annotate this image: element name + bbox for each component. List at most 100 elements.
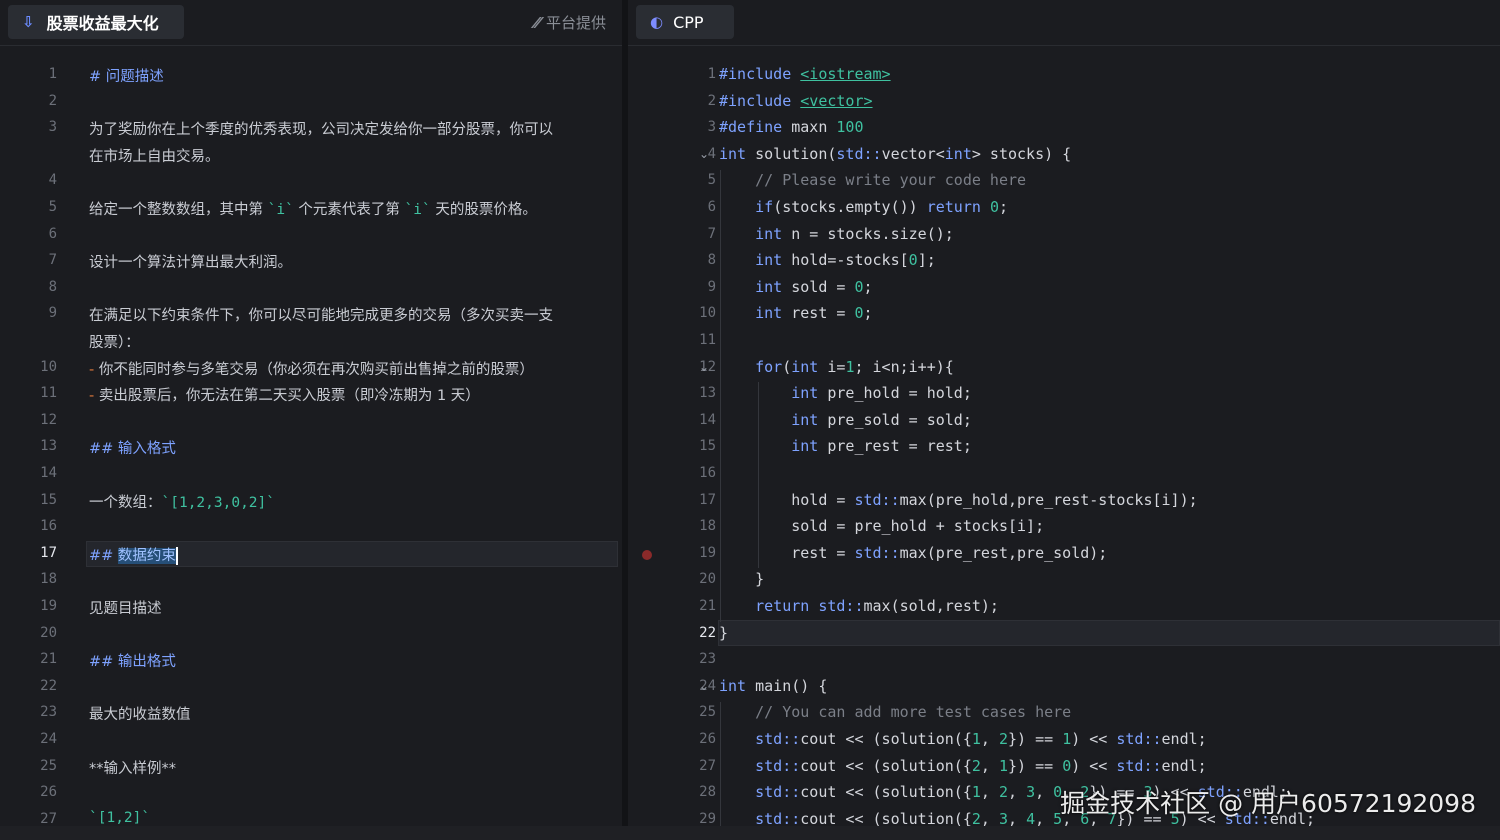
markdown-line: 13 ## 输入格式 <box>0 434 622 461</box>
text-run: 在市场上自由交易。 <box>89 148 220 165</box>
line-number: 18 <box>699 518 716 535</box>
code-line: 3 #define maxn 100 <box>628 115 1500 142</box>
left-tab-bar: ⇩ 股票收益最大化 ⁄⁄ 平台提供 <box>0 0 622 46</box>
text-run: ## 输出格式 <box>89 654 176 671</box>
line-number: 17 <box>40 544 57 561</box>
line-number: 21 <box>40 651 57 668</box>
line-number: 5 <box>707 172 716 189</box>
problem-tab[interactable]: ⇩ 股票收益最大化 <box>8 5 184 39</box>
inline-code: `[1,2]` <box>89 809 151 826</box>
text-run: 在满足以下约束条件下，你可以尽可能地完成更多的交易（多次买卖一支 <box>89 308 553 325</box>
line-number: 17 <box>699 491 716 508</box>
text-run: 数据约束 <box>117 547 176 564</box>
markdown-line: 25 **输入样例** <box>0 754 622 781</box>
line-number: 15 <box>40 491 57 508</box>
line-number: 19 <box>699 544 716 561</box>
problem-description-pane: ⇩ 股票收益最大化 ⁄⁄ 平台提供 1 # 问题描述 2 3 为了奖励你在上个季度的优秀… <box>0 0 622 840</box>
markdown-text: 最大的收益数值 <box>89 703 191 724</box>
line-number: 16 <box>40 518 57 535</box>
line-number: 3 <box>707 119 716 136</box>
code-line: 8 int hold=-stocks[0]; <box>628 248 1500 275</box>
line-number: 19 <box>40 598 57 614</box>
line-number: 10 <box>40 358 57 375</box>
line-number: 9 <box>707 278 716 295</box>
markdown-text: 在满足以下约束条件下，你可以尽可能地完成更多的交易（多次买卖一支 <box>89 304 553 325</box>
markdown-line: 14 <box>0 461 622 488</box>
markdown-text: - 卖出股票后，你无法在第二天买入股票（即冷冻期为 1 天） <box>89 384 480 405</box>
line-number: 20 <box>40 624 57 641</box>
markdown-text: 一个数组：`[1,2,3,0,2]` <box>89 491 275 512</box>
code-line: 1 #include <iostream> <box>628 62 1500 89</box>
inline-code: `[1,2,3,0,2]` <box>161 494 276 511</box>
code-line: 14 int pre_sold = sold; <box>628 408 1500 435</box>
fold-chevron-icon[interactable]: ⌄ <box>699 360 709 374</box>
markdown-line: 1 # 问题描述 <box>0 62 622 89</box>
markdown-editor[interactable]: 1 # 问题描述 2 3 为了奖励你在上个季度的优秀表现，公司决定发给你一部分股票，你可… <box>0 62 622 827</box>
line-number: 20 <box>699 571 716 588</box>
code-line: 27 std::cout << (solution({2, 1}) == 0) … <box>628 754 1500 781</box>
line-number: 9 <box>48 305 57 322</box>
cpp-tab-title: CPP <box>673 12 704 32</box>
line-number: 18 <box>40 571 57 588</box>
line-number: 6 <box>707 199 716 215</box>
line-number: 23 <box>40 704 57 721</box>
markdown-text: - 你不能同时参与多笔交易（你必须在再次购买前出售掉之前的股票） <box>89 358 534 379</box>
markdown-line: 18 <box>0 567 622 594</box>
code-line: 22} <box>628 621 1500 648</box>
code-line: 15 int pre_rest = rest; <box>628 434 1500 461</box>
markdown-line: 20 <box>0 621 622 648</box>
text-run: 给定一个整数数组，其中第 <box>89 202 268 218</box>
line-number: 15 <box>699 438 716 455</box>
fold-chevron-icon[interactable]: ⌄ <box>699 147 709 161</box>
line-number: 28 <box>699 784 716 801</box>
line-number: 7 <box>48 252 57 269</box>
markdown-line: 26 <box>0 780 622 807</box>
line-number: 1 <box>707 66 716 82</box>
markdown-line: 10 - 你不能同时参与多笔交易（你必须在再次购买前出售掉之前的股票） <box>0 355 622 382</box>
markdown-line: 9 在满足以下约束条件下，你可以尽可能地完成更多的交易（多次买卖一支 <box>0 301 622 328</box>
line-number: 2 <box>48 92 57 109</box>
markdown-line: 4 <box>0 168 622 195</box>
text-run: 一个数组： <box>89 494 162 511</box>
breakpoint-dot[interactable] <box>642 549 652 560</box>
problem-tab-title: 股票收益最大化 <box>46 14 159 33</box>
markdown-text: 见题目描述 <box>89 597 162 618</box>
text-run: ## <box>89 547 114 564</box>
markdown-line: 3 为了奖励你在上个季度的优秀表现，公司决定发给你一部分股票，你可以 <box>0 115 622 142</box>
markdown-line: 8 <box>0 275 622 302</box>
line-number: 24 <box>40 731 57 747</box>
code-line: 7 int n = stocks.size(); <box>628 222 1500 249</box>
markdown-line: 在市场上自由交易。 <box>0 142 622 169</box>
code-line: 26 std::cout << (solution({1, 2}) == 1) … <box>628 727 1500 754</box>
line-number: 14 <box>699 411 716 428</box>
markdown-line: 22 <box>0 674 622 701</box>
text-cursor <box>175 546 178 565</box>
markdown-line: 7 设计一个算法计算出最大利润。 <box>0 248 622 275</box>
line-number: 2 <box>707 92 716 109</box>
line-number: 1 <box>48 66 57 82</box>
provider-text: 平台提供 <box>545 14 606 32</box>
code-line: 24 ⌄ int main() { <box>628 674 1500 701</box>
code-editor-pane: ◐ CPP 1 #include <iostream> 2 #include <ve… <box>628 0 1500 840</box>
cpp-tab[interactable]: ◐ CPP <box>636 5 734 39</box>
code-line: 25 // You can add more test cases here <box>628 700 1500 727</box>
text-run: 个元素代表了第 <box>293 202 405 218</box>
horizontal-scrollbar[interactable] <box>0 826 1500 840</box>
line-number: 13 <box>40 438 57 455</box>
markdown-line: 15 一个数组：`[1,2,3,0,2]` <box>0 488 622 515</box>
fold-chevron-icon[interactable]: ⌄ <box>699 679 709 693</box>
code-line: 4 ⌄ int solution(std::vector<int> stocks) … <box>628 142 1500 169</box>
code-line: 18 sold = pre_hold + stocks[i]; <box>628 514 1500 541</box>
markdown-line: 23 最大的收益数值 <box>0 700 622 727</box>
code-editor[interactable]: 1 #include <iostream> 2 #include <vector> … <box>628 62 1500 840</box>
line-number: 3 <box>48 119 57 136</box>
text-run: 见题目描述 <box>89 601 162 617</box>
markdown-text: 给定一个整数数组，其中第 `i` 个元素代表了第 `i` 天的股票价格。 <box>89 198 537 219</box>
line-number: 13 <box>699 385 716 402</box>
code-line: 11 <box>628 328 1500 355</box>
line-number: 5 <box>48 199 57 215</box>
markdown-line: 16 <box>0 514 622 541</box>
markdown-text: ## 数据约束 <box>89 544 178 565</box>
line-number: 4 <box>48 172 57 189</box>
markdown-text: **输入样例** <box>89 757 176 778</box>
